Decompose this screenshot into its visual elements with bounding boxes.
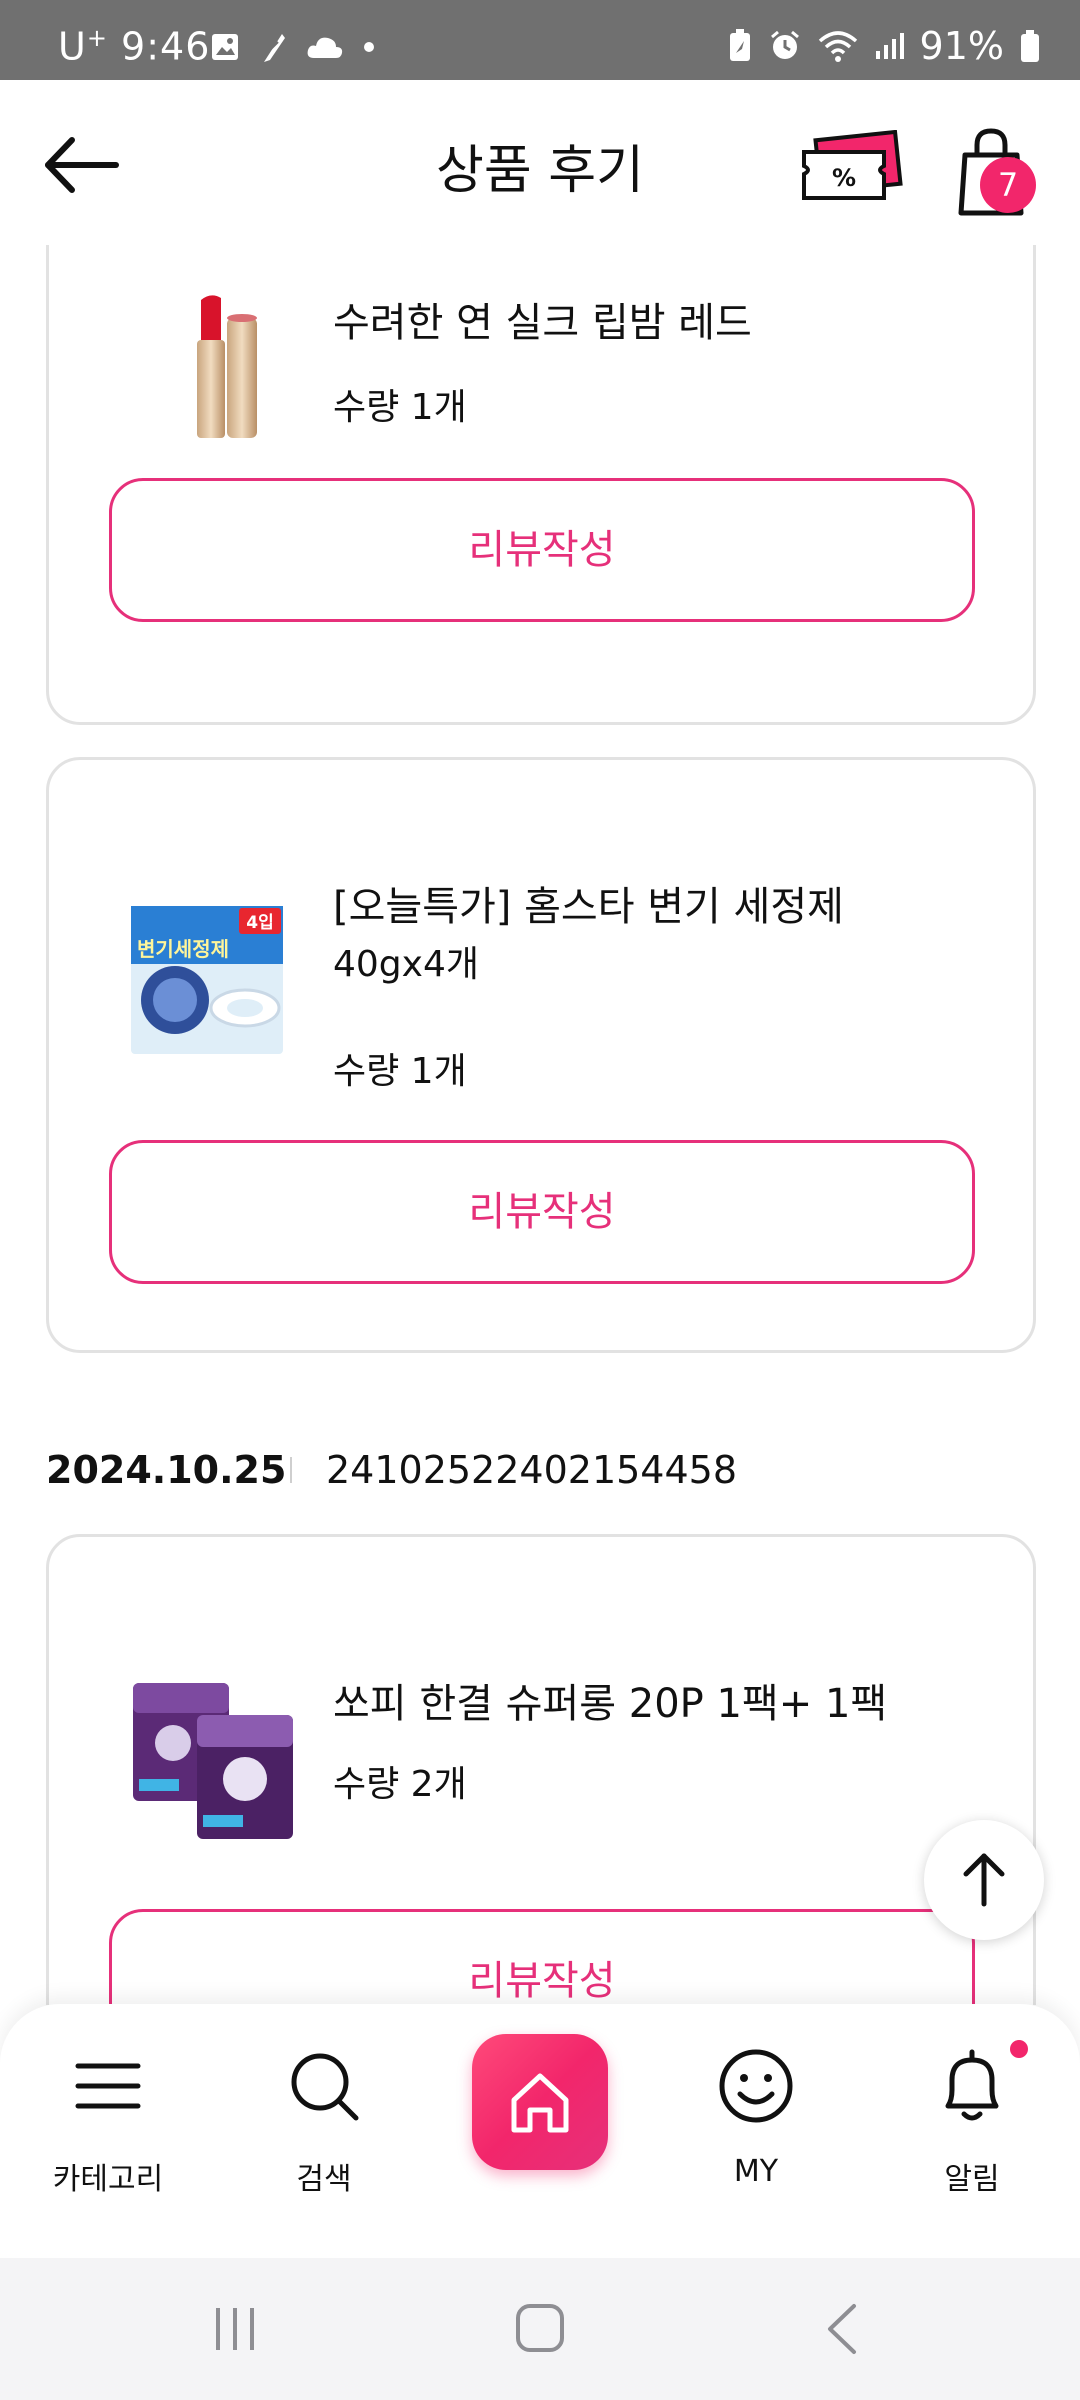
nav-search-label: 검색 — [296, 2162, 352, 2197]
app-header: 상품 후기 % — [0, 80, 1080, 245]
nav-alarm-label: 알림 — [944, 2162, 1000, 2197]
status-bar: U+ 9:46 91% — [0, 0, 1080, 80]
system-navigation-bar — [0, 2258, 1080, 2400]
product-qty: 수량 1개 — [333, 387, 467, 428]
product-qty: 수량 1개 — [333, 1051, 467, 1092]
home-icon — [511, 2073, 569, 2133]
product-qty: 수량 2개 — [333, 1764, 467, 1805]
product-card: 4입 변기세정제 [오늘특가] 홈스타 변기 세정제 40gx4개 수량 1개 … — [46, 757, 1036, 1353]
recent-apps-icon[interactable] — [210, 2304, 260, 2354]
product-name-line1: [오늘특가] 홈스타 변기 세정제 — [333, 884, 844, 930]
battery-icon — [1021, 30, 1039, 62]
nav-search[interactable]: 검색 — [244, 2004, 404, 2258]
coupon-icon: % — [802, 129, 903, 200]
lipstick-icon — [197, 295, 257, 438]
cart-count-badge: 7 — [980, 157, 1036, 213]
product-name-line2: 40gx4개 — [333, 944, 479, 985]
write-review-button[interactable]: 리뷰작성 — [109, 1140, 975, 1284]
product-card: 수려한 연 실크 립밤 레드 수량 1개 리뷰작성 — [46, 245, 1036, 725]
search-icon — [291, 2053, 359, 2121]
order-number: 24102522402154458 — [326, 1448, 738, 1492]
product-name: 쏘피 한결 슈퍼롱 20P 1팩+ 1팩 — [333, 1681, 888, 1727]
battery-saver-icon — [729, 29, 750, 61]
status-right: 91% — [728, 24, 1040, 68]
product-name: [오늘특가] 홈스타 변기 세정제 40gx4개 — [333, 878, 953, 994]
order-date: 2024.10.25 — [46, 1448, 287, 1492]
cloud-icon — [307, 37, 343, 58]
order-divider — [290, 1457, 292, 1483]
back-nav-icon[interactable] — [822, 2302, 862, 2356]
thumb-badge: 4입 — [246, 913, 273, 933]
home-circle-icon[interactable] — [514, 2302, 566, 2354]
pad-package-icon — [133, 1683, 293, 1839]
carrier-plus: + — [86, 24, 108, 52]
nav-my[interactable]: MY — [676, 2004, 836, 2258]
bell-icon — [945, 2049, 999, 2121]
coupon-button[interactable]: % — [800, 129, 905, 205]
battery-percent: 91% — [919, 24, 1004, 68]
nav-category-label: 카테고리 — [52, 2162, 164, 2197]
nav-category[interactable]: 카테고리 — [28, 2004, 188, 2258]
arrow-up-icon — [963, 1853, 1005, 1907]
notification-icons — [210, 30, 376, 64]
product-card: 쏘피 한결 슈퍼롱 20P 1팩+ 1팩 수량 2개 리뷰작성 — [46, 1534, 1036, 2005]
bottom-navigation: 카테고리 검색 MY 알림 — [0, 2004, 1080, 2258]
write-review-button[interactable]: 리뷰작성 — [109, 1909, 975, 2005]
carrier-label: U — [58, 24, 87, 69]
feather-icon — [264, 34, 285, 62]
nav-alarm[interactable]: 알림 — [892, 2004, 1052, 2258]
clock: 9:46 — [121, 24, 211, 69]
gallery-icon — [212, 34, 238, 60]
nav-my-label: MY — [733, 2154, 779, 2189]
svg-text:%: % — [832, 164, 856, 192]
nav-home-button[interactable] — [472, 2034, 608, 2170]
lip-balm-image — [145, 288, 305, 448]
dot-icon — [364, 42, 374, 52]
page-title: 상품 후기 — [436, 141, 644, 201]
product-name: 수려한 연 실크 립밤 레드 — [333, 300, 752, 346]
notification-dot — [1010, 2040, 1028, 2058]
sofy-pad-image — [127, 1675, 297, 1845]
signal-icon — [875, 33, 904, 59]
toilet-cleaner-image: 4입 변기세정제 — [127, 900, 287, 1060]
scroll-top-button[interactable] — [924, 1820, 1044, 1940]
alarm-icon — [770, 30, 799, 59]
product-box-icon: 4입 변기세정제 — [131, 906, 283, 1054]
wifi-icon — [818, 31, 857, 62]
write-review-button[interactable]: 리뷰작성 — [109, 478, 975, 622]
review-list: 수려한 연 실크 립밤 레드 수량 1개 리뷰작성 4입 변기세정제 [오늘특가… — [0, 245, 1080, 2005]
smiley-icon — [719, 2049, 793, 2123]
thumb-text: 변기세정제 — [137, 937, 229, 961]
carrier-time: U+ 9:46 — [58, 24, 210, 69]
menu-icon — [75, 2063, 141, 2109]
